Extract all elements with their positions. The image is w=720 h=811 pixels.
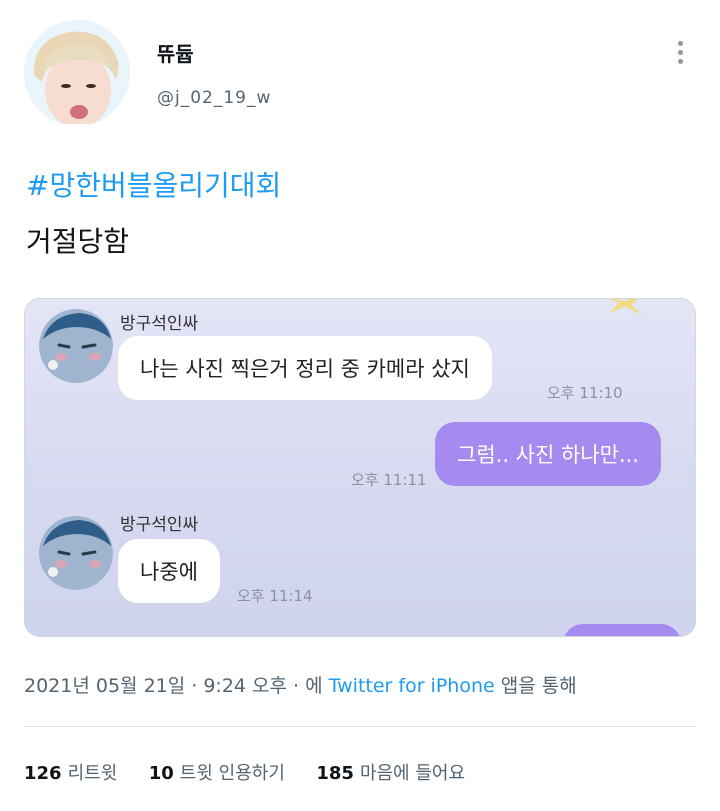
likes-count: 185 bbox=[316, 763, 354, 784]
chat-bubble-incoming: 나중에 bbox=[118, 539, 220, 603]
quotes-count: 10 bbox=[148, 763, 174, 784]
retweets-count: 126 bbox=[24, 763, 62, 784]
chat-bubble-outgoing: 그럼.. 사진 하나만... bbox=[435, 422, 661, 486]
chat-timestamp: 오후 11:11 bbox=[351, 471, 427, 489]
chat-timestamp: 오후 11:10 bbox=[547, 384, 623, 402]
tweet-datetime[interactable]: 2021년 05월 21일 · 9:24 오후 · 에 bbox=[24, 675, 323, 697]
tweet-text: 거절당함 bbox=[26, 225, 130, 258]
display-name[interactable]: 뜌듑 bbox=[157, 38, 194, 67]
chat-sender-name: 방구석인싸 bbox=[120, 515, 199, 535]
chat-bubble-incoming: 나는 사진 찍은거 정리 중 카메라 샀지 bbox=[118, 336, 492, 400]
tweet-stats: 126 리트윗 10 트윗 인용하기 185 마음에 들어요 bbox=[24, 759, 465, 785]
tweet-timestamp-source: 2021년 05월 21일 · 9:24 오후 · 에 Twitter for … bbox=[24, 671, 577, 698]
chat-bubble-outgoing-partial bbox=[563, 624, 681, 636]
divider bbox=[24, 726, 696, 727]
likes-stat[interactable]: 185 마음에 들어요 bbox=[316, 763, 465, 784]
chat-timestamp: 오후 11:14 bbox=[237, 587, 313, 605]
quotes-stat[interactable]: 10 트윗 인용하기 bbox=[149, 763, 285, 784]
user-handle[interactable]: @j_02_19_w bbox=[157, 88, 271, 108]
chat-sender-name: 방구석인싸 bbox=[120, 314, 199, 334]
chat-avatar bbox=[39, 516, 113, 590]
retweets-stat[interactable]: 126 리트윗 bbox=[24, 763, 117, 784]
tweet-media-image[interactable]: 방구석인싸 나는 사진 찍은거 정리 중 카메라 샀지 오후 11:10 그럼.… bbox=[24, 298, 696, 637]
tweet-source-suffix: 앱을 통해 bbox=[500, 675, 577, 697]
likes-label: 마음에 들어요 bbox=[359, 763, 466, 784]
chat-avatar bbox=[39, 309, 113, 383]
tweet-source-link[interactable]: Twitter for iPhone bbox=[329, 675, 495, 697]
flower-decoration-icon bbox=[609, 299, 643, 315]
avatar[interactable] bbox=[24, 20, 130, 126]
quotes-label: 트윗 인용하기 bbox=[179, 763, 285, 784]
more-vertical-icon[interactable] bbox=[670, 38, 690, 68]
retweets-label: 리트윗 bbox=[67, 763, 118, 784]
hashtag-link[interactable]: #망한버블올리기대회 bbox=[26, 164, 281, 204]
